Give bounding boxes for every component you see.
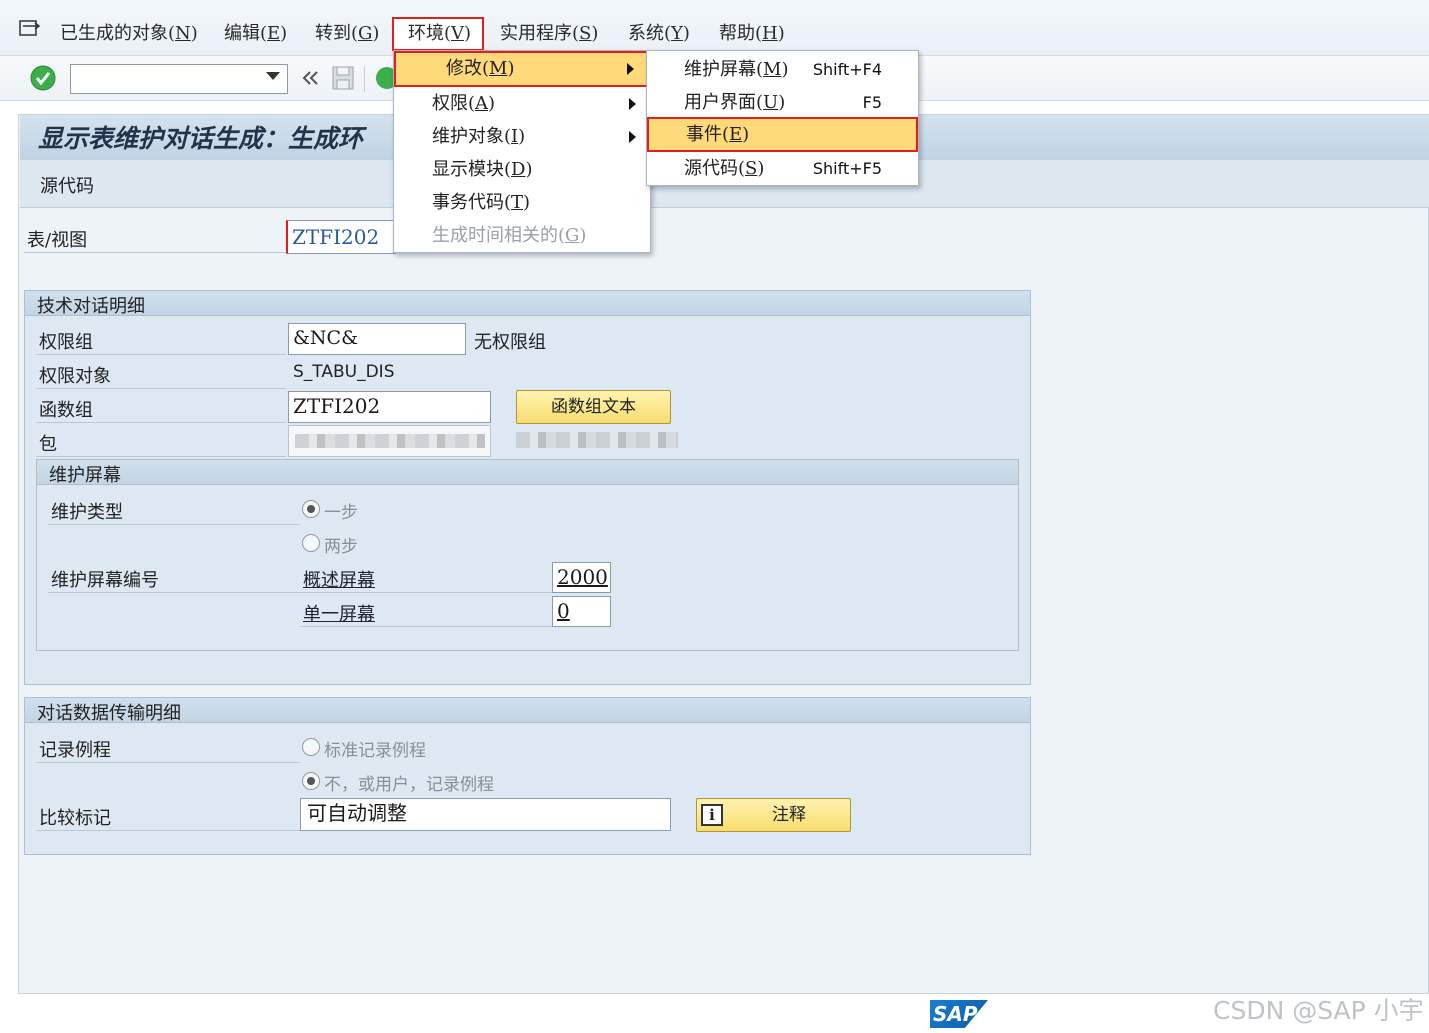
submenu-user-interface[interactable]: 用户界面(U) F5 — [647, 86, 918, 119]
env-menu-maint-objects[interactable]: 维护对象(I) — [394, 120, 650, 153]
source-code-button[interactable]: 源代码 — [40, 172, 94, 198]
table-view-label: 表/视图 — [27, 230, 88, 251]
compare-flag-label: 比较标记 — [39, 808, 111, 829]
row-divider — [36, 456, 286, 457]
submenu-maint-screen[interactable]: 维护屏幕(M) Shift+F4 — [647, 53, 918, 86]
auth-object-value: S_TABU_DIS — [293, 362, 395, 382]
page-title: 显示表维护对话生成：生成环 — [38, 124, 364, 153]
row-divider — [36, 354, 286, 355]
compare-flag-field[interactable]: 可自动调整 — [300, 798, 671, 831]
maint-screen-group: 维护屏幕 — [36, 459, 1019, 651]
row-divider — [48, 524, 300, 525]
env-menu-transaction-codes[interactable]: 事务代码(T) — [394, 186, 650, 219]
environment-menu: 修改(M) 权限(A) 维护对象(I) 显示模块(D) 事务代码(T) 生成时间… — [393, 50, 651, 253]
env-menu-time-dependent: 生成时间相关的(G) — [432, 225, 587, 246]
command-field[interactable] — [70, 64, 288, 94]
single-screen-link[interactable]: 单一屏幕 — [303, 600, 375, 626]
modify-submenu: 维护屏幕(M) Shift+F4 用户界面(U) F5 事件(E) 源代码(S)… — [646, 50, 919, 186]
info-icon: i — [701, 804, 723, 826]
menu-system[interactable]: 系统(Y) — [628, 20, 690, 48]
auth-group-field[interactable]: &NC& — [288, 323, 466, 355]
radio-two-step[interactable] — [302, 534, 320, 552]
group-header: 对话数据传输明细 — [25, 698, 1030, 724]
enter-check-icon[interactable] — [30, 65, 56, 91]
menu-utilities[interactable]: 实用程序(S) — [500, 20, 598, 48]
radio-standard-routine[interactable] — [302, 738, 320, 756]
group-header: 技术对话明细 — [25, 291, 1030, 317]
function-group-label: 函数组 — [39, 400, 93, 421]
menu-bar — [0, 0, 1429, 56]
env-menu-authorizations[interactable]: 权限(A) — [394, 87, 650, 120]
submenu-arrow-icon — [627, 63, 634, 75]
overview-screen-field[interactable]: 2000 — [552, 562, 611, 593]
watermark: CSDN @SAP 小宇 — [1213, 996, 1424, 1025]
row-divider — [300, 626, 552, 627]
radio-standard-routine-label: 标准记录例程 — [324, 741, 426, 761]
package-label: 包 — [39, 434, 57, 455]
row-divider — [36, 422, 286, 423]
submenu-arrow-icon — [629, 131, 636, 143]
table-view-field[interactable]: ZTFI202 — [286, 220, 396, 254]
menu-toggle-icon[interactable] — [18, 18, 42, 40]
menu-generated-objects[interactable]: 已生成的对象(N) — [60, 20, 198, 48]
env-menu-modify[interactable]: 修改(M) — [394, 51, 650, 87]
maint-type-label: 维护类型 — [51, 502, 123, 523]
save-icon[interactable] — [331, 65, 355, 91]
row-divider — [36, 762, 300, 763]
redacted-package — [295, 434, 485, 448]
auth-group-label: 权限组 — [39, 332, 93, 353]
toolbar-separator — [364, 66, 365, 92]
group-header: 维护屏幕 — [37, 460, 1018, 486]
sap-logo: SAP — [930, 1000, 988, 1028]
package-field[interactable] — [288, 425, 491, 457]
command-dropdown-icon[interactable] — [266, 72, 280, 80]
menu-goto[interactable]: 转到(G) — [315, 20, 379, 48]
row-divider — [24, 252, 286, 253]
record-routine-label: 记录例程 — [39, 740, 111, 761]
data-transfer-group: 对话数据传输明细 — [24, 697, 1031, 855]
overview-screen-link[interactable]: 概述屏幕 — [303, 566, 375, 592]
group-title: 对话数据传输明细 — [37, 703, 181, 724]
row-divider — [36, 830, 300, 831]
menu-help[interactable]: 帮助(H) — [719, 20, 785, 48]
back-double-chevron-icon[interactable] — [301, 66, 321, 90]
submenu-source-code[interactable]: 源代码(S) Shift+F5 — [647, 152, 918, 185]
submenu-events[interactable]: 事件(E) — [647, 117, 918, 152]
function-group-field[interactable]: ZTFI202 — [288, 391, 491, 423]
group-title: 技术对话明细 — [37, 296, 145, 317]
auth-group-text: 无权限组 — [474, 332, 546, 353]
row-divider — [36, 388, 286, 389]
submenu-arrow-icon — [629, 98, 636, 110]
radio-two-step-label: 两步 — [324, 537, 358, 557]
row-divider — [48, 592, 552, 593]
function-group-text-button[interactable]: 函数组文本 — [516, 390, 671, 424]
menu-environment[interactable]: 环境(V) — [408, 20, 471, 48]
auth-object-label: 权限对象 — [39, 366, 111, 387]
maint-screen-no-label: 维护屏幕编号 — [51, 570, 159, 591]
redacted-package-text — [516, 432, 678, 448]
menu-edit[interactable]: 编辑(E) — [224, 20, 287, 48]
radio-one-step-label: 一步 — [324, 503, 358, 523]
radio-one-step[interactable] — [302, 500, 320, 518]
back-green-icon[interactable] — [375, 66, 398, 90]
comment-button[interactable]: i 注释 — [696, 798, 851, 832]
env-menu-display-modules[interactable]: 显示模块(D) — [394, 153, 650, 186]
radio-no-routine-label: 不，或用户，记录例程 — [324, 775, 494, 795]
comment-button-label: 注释 — [772, 805, 806, 825]
group-title: 维护屏幕 — [49, 465, 121, 486]
radio-no-routine[interactable] — [302, 772, 320, 790]
single-screen-field[interactable]: 0 — [552, 596, 611, 627]
